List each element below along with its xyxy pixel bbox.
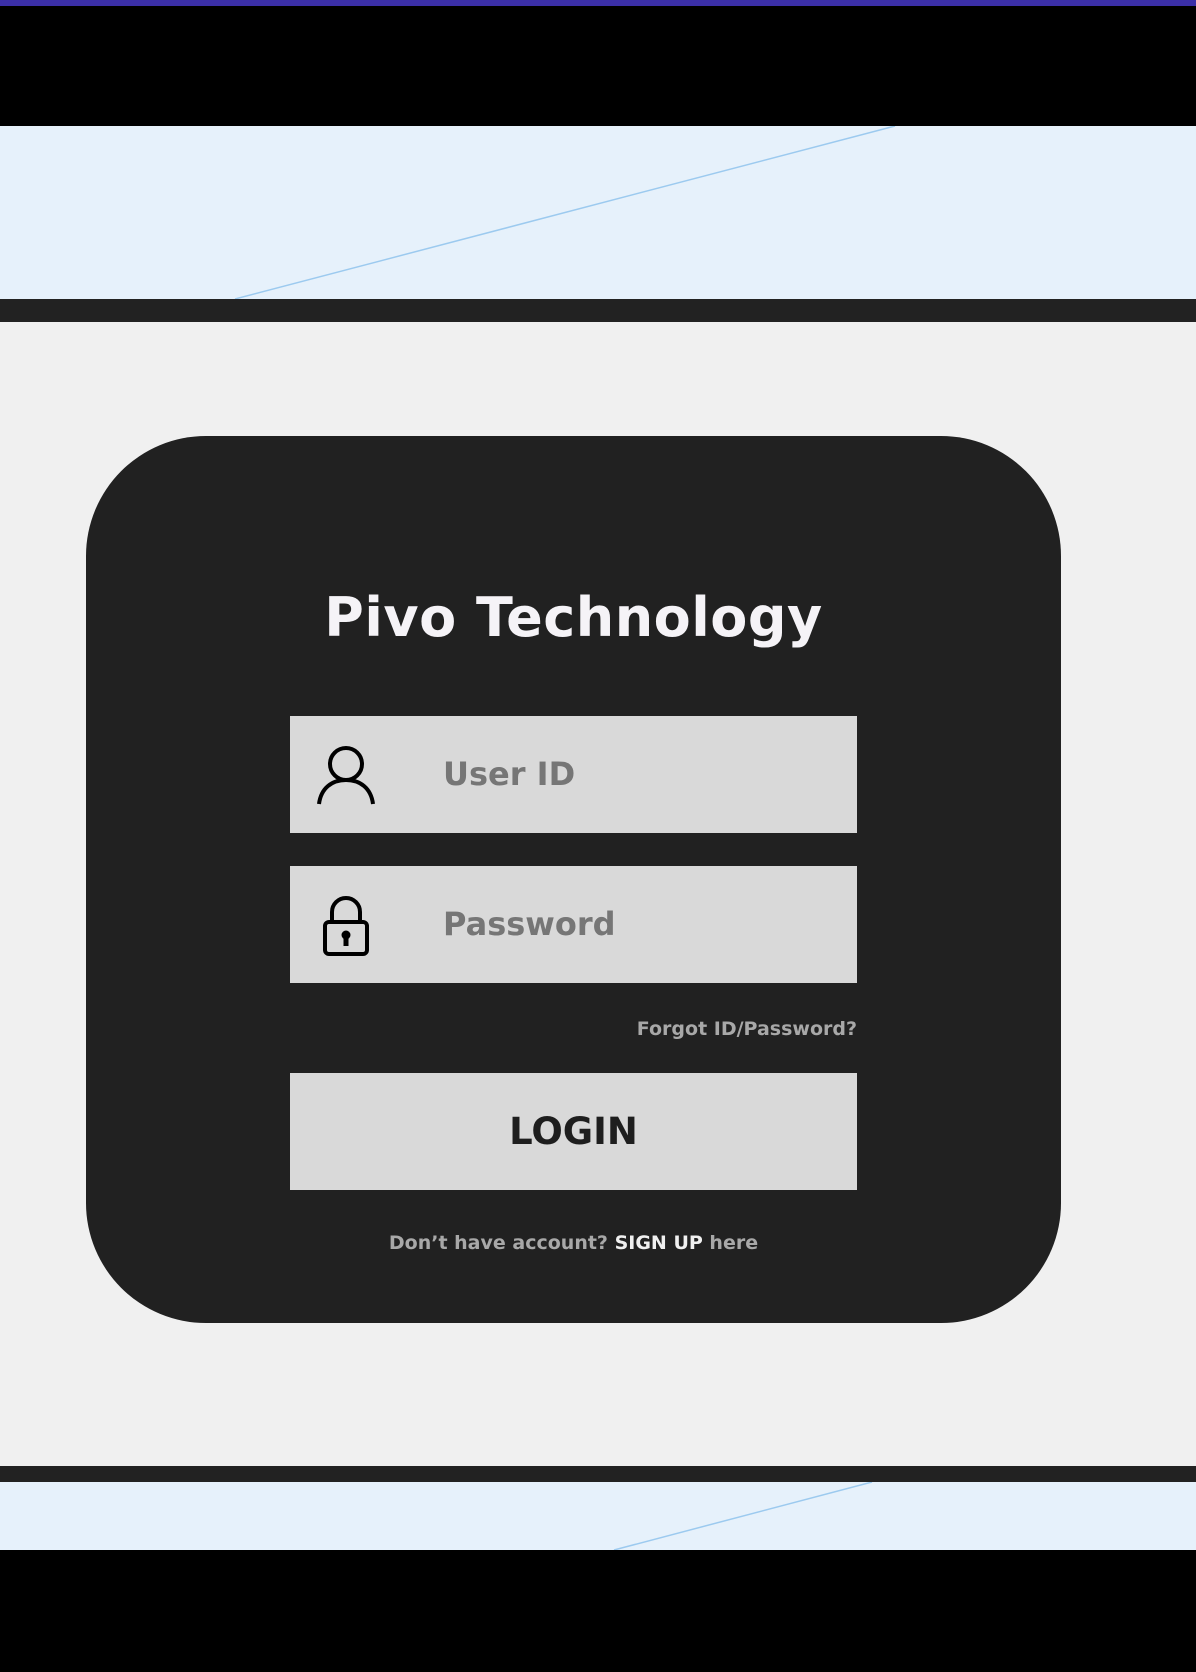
page: Pivo Technology User ID Password Forgot … [0, 0, 1196, 1672]
signup-suffix: here [709, 1232, 759, 1254]
login-card: Pivo Technology User ID Password Forgot … [86, 436, 1061, 1323]
lock-icon [316, 894, 376, 956]
top-black-bar [0, 6, 1196, 126]
bottom-black-bar [0, 1550, 1196, 1672]
band-diagonal-line-bottom [613, 1482, 873, 1550]
bottom-light-band [0, 1482, 1196, 1550]
login-button[interactable]: LOGIN [290, 1073, 857, 1190]
band-diagonal-line [234, 126, 896, 299]
password-placeholder: Password [443, 905, 616, 943]
signup-link[interactable]: SIGN UP [615, 1232, 703, 1254]
forgot-password-link[interactable]: Forgot ID/Password? [290, 1018, 857, 1040]
user-icon [316, 744, 376, 806]
signup-line: Don’t have account? SIGN UP here [86, 1232, 1061, 1254]
top-light-band [0, 126, 1196, 299]
user-id-placeholder: User ID [443, 755, 576, 793]
divider-strip [0, 299, 1196, 322]
divider-strip-bottom [0, 1466, 1196, 1482]
signup-prefix: Don’t have account? [388, 1232, 608, 1254]
user-id-field[interactable]: User ID [290, 716, 857, 833]
page-title: Pivo Technology [324, 586, 823, 649]
password-field[interactable]: Password [290, 866, 857, 983]
